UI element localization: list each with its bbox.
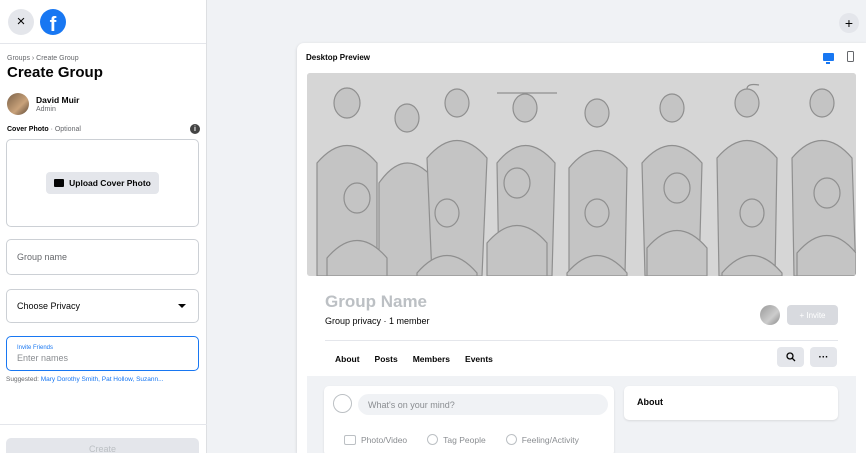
create-group-sidebar: × f Groups › Create Group Create Group D… xyxy=(0,0,207,453)
more-icon: ··· xyxy=(818,351,829,363)
composer-avatar xyxy=(333,394,352,413)
about-card: About xyxy=(624,386,838,420)
invite-friends-placeholder: Enter names xyxy=(17,352,69,363)
caret-down-icon xyxy=(178,304,186,308)
close-button[interactable]: × xyxy=(8,8,34,35)
group-tabs: About Posts Members Events xyxy=(335,354,493,364)
composer-card: What's on your mind? Photo/Video Tag Peo… xyxy=(324,386,614,453)
tab-about[interactable]: About xyxy=(335,354,360,364)
cover-illustration xyxy=(307,73,856,276)
preview-header: Desktop Preview xyxy=(306,53,371,62)
tab-members[interactable]: Members xyxy=(413,354,450,364)
tab-events[interactable]: Events xyxy=(465,354,493,364)
photo-video-action[interactable]: Photo/Video xyxy=(344,434,407,445)
suggested-names-link[interactable]: Mary Dorothy Smith, Pat Hollow, Suzann..… xyxy=(41,376,164,383)
sidebar-top-bar: × f xyxy=(0,0,206,44)
avatar xyxy=(7,93,29,115)
upload-cover-photo-label: Upload Cover Photo xyxy=(69,178,151,188)
composer-input[interactable]: What's on your mind? xyxy=(358,394,608,415)
suggested-friends: Suggested: Mary Dorothy Smith, Pat Hollo… xyxy=(6,376,164,383)
mobile-icon[interactable] xyxy=(847,51,854,62)
member-avatar xyxy=(760,305,780,325)
desktop-preview-card: Desktop Preview Group Name Group privacy… xyxy=(297,43,866,453)
privacy-value: Choose Privacy xyxy=(17,301,81,311)
invite-friends-input[interactable]: Invite Friends Enter names xyxy=(6,336,199,371)
photo-icon xyxy=(344,434,356,445)
group-name-preview: Group Name xyxy=(325,292,428,311)
people-illustration xyxy=(307,73,856,276)
cover-photo-label: Cover Photo · Optional xyxy=(7,126,81,133)
breadcrumb[interactable]: Groups › Create Group xyxy=(7,55,79,62)
about-title: About xyxy=(637,397,663,407)
page-title: Create Group xyxy=(7,64,103,81)
facebook-logo-icon: f xyxy=(49,13,57,35)
smiley-icon xyxy=(505,434,517,445)
admin-role: Admin xyxy=(36,106,56,113)
tab-posts[interactable]: Posts xyxy=(375,354,398,364)
more-button[interactable]: ··· xyxy=(810,347,837,367)
close-icon: × xyxy=(16,13,26,30)
upload-cover-photo-button[interactable]: Upload Cover Photo xyxy=(46,172,159,194)
admin-name: David Muir xyxy=(36,95,80,105)
cover-photo-dropzone[interactable]: Upload Cover Photo xyxy=(6,139,199,227)
photo-icon xyxy=(54,179,65,187)
search-button[interactable] xyxy=(777,347,804,367)
desktop-icon[interactable] xyxy=(823,53,834,64)
divider xyxy=(325,340,838,341)
tag-people-action[interactable]: Tag People xyxy=(427,434,486,445)
composer-actions: Photo/Video Tag People Feeling/Activity xyxy=(344,434,579,445)
create-button[interactable]: Create xyxy=(6,438,199,453)
add-button[interactable]: + xyxy=(839,13,859,33)
divider xyxy=(0,424,207,425)
admin-row: David Muir Admin xyxy=(7,93,79,115)
group-meta: Group privacy · 1 member xyxy=(325,316,430,326)
plus-icon: + xyxy=(844,15,854,31)
tag-people-icon xyxy=(427,434,439,445)
feeling-activity-action[interactable]: Feeling/Activity xyxy=(505,434,579,445)
group-name-input[interactable]: Group name xyxy=(6,239,199,275)
facebook-logo[interactable]: f xyxy=(40,8,66,35)
privacy-select[interactable]: Choose Privacy xyxy=(6,289,199,323)
invite-button[interactable]: + Invite xyxy=(787,305,838,325)
search-icon xyxy=(785,352,795,362)
info-icon[interactable]: i xyxy=(190,124,200,134)
invite-friends-label: Invite Friends xyxy=(17,344,54,351)
